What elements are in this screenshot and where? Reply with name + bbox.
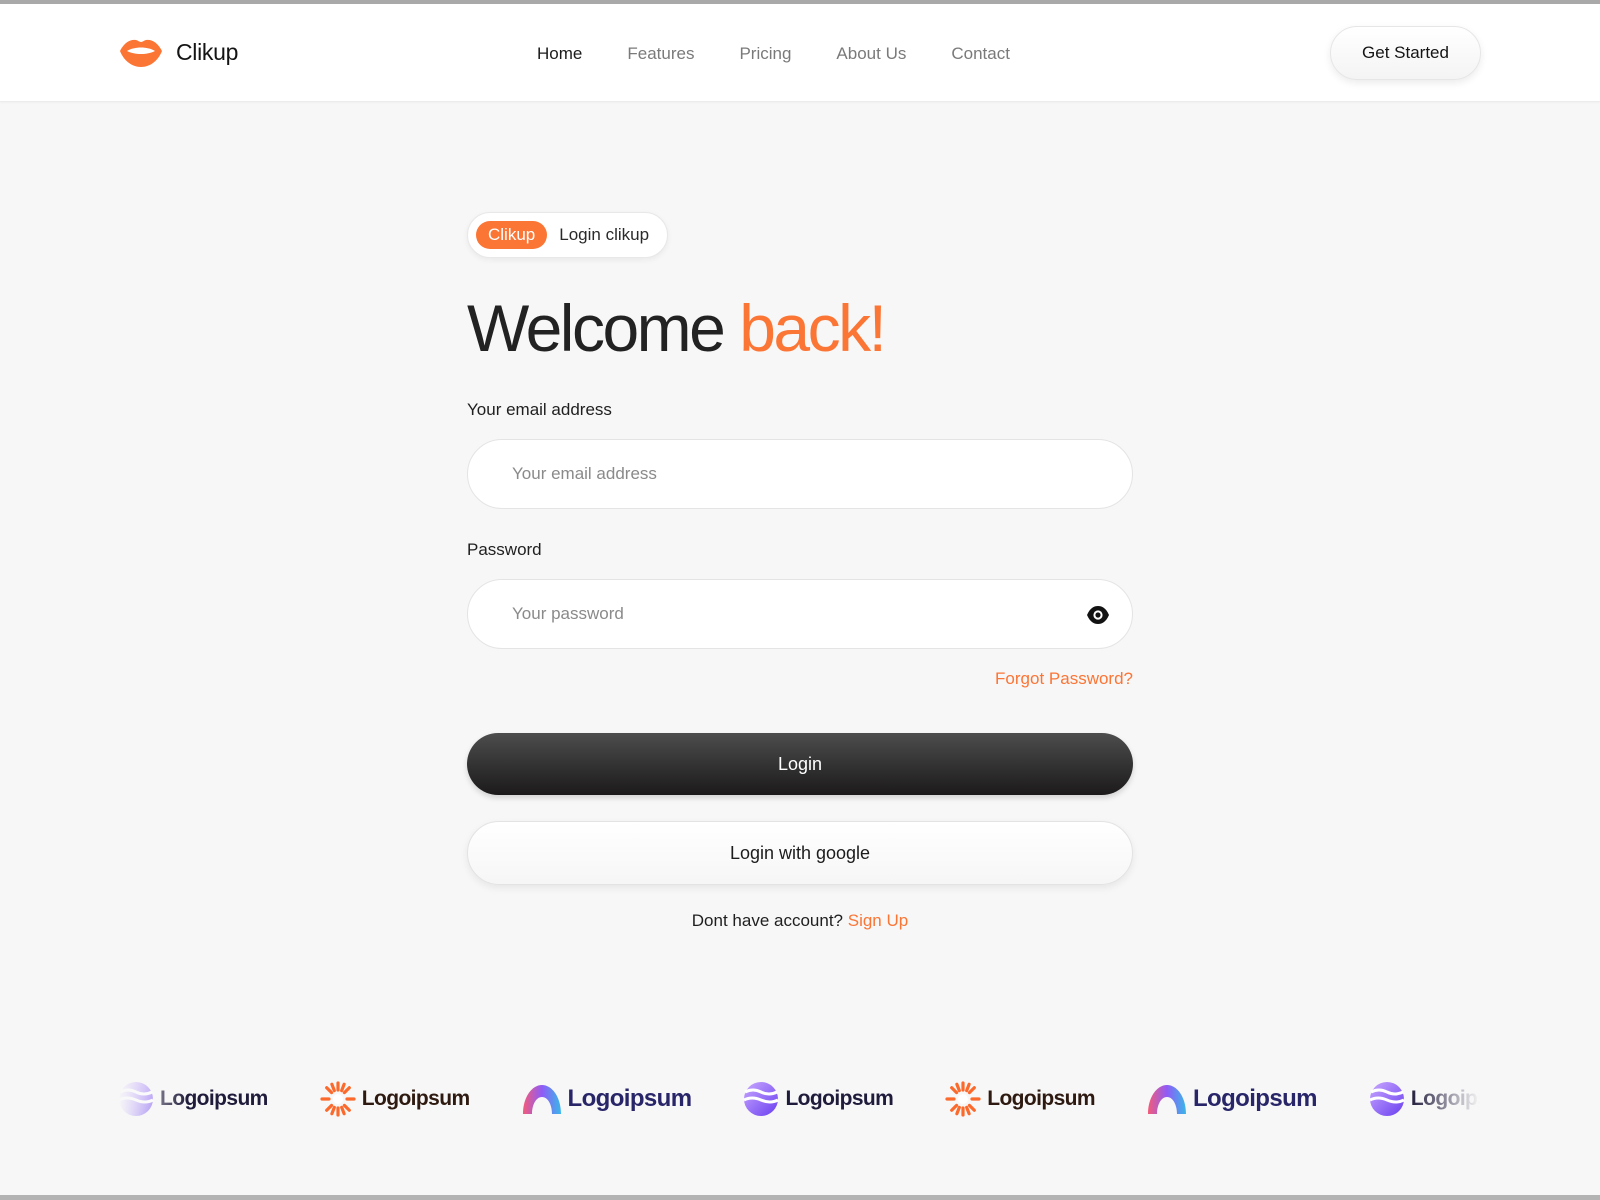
stripes-globe-icon [1369,1082,1405,1116]
email-field[interactable] [468,440,1132,508]
email-label: Your email address [467,400,612,419]
partner-logo-strip: Logoipsum Logoipsum Logoipsum Logoipsum … [118,1076,1480,1122]
partner-logo: Logoipsum [743,1081,894,1117]
partner-name: Logoipsum [1192,1085,1318,1112]
site-header: Clikup Home Features Pricing About Us Co… [0,4,1600,102]
password-label: Password [467,540,542,559]
stripes-globe-icon [743,1082,780,1116]
partner-logo: Logoipsum [945,1081,1096,1117]
brand-name: Clikup [176,38,239,65]
nav-item-home[interactable]: Home [537,44,582,64]
badge-text: Login clikup [559,225,650,244]
nav-item-about-us[interactable]: About Us [836,44,906,64]
partner-name: Logoipsum [160,1087,268,1110]
partner-name: Logoipsum [1410,1087,1480,1110]
lips-logo-icon [120,39,162,67]
nav-item-features[interactable]: Features [627,44,694,64]
partner-logo: Logoipsum [1147,1081,1318,1117]
partner-name: Logoipsum [567,1085,693,1112]
forgot-password-link[interactable]: Forgot Password? [995,669,1133,688]
forgot-row: Forgot Password? [467,669,1133,689]
page-title: Welcome back! [467,290,1133,366]
signup-prompt: Dont have account? [691,911,843,930]
nav-item-pricing[interactable]: Pricing [739,44,791,64]
sunburst-icon [945,1081,981,1117]
get-started-button[interactable]: Get Started [1330,26,1481,80]
window-bottom-border [0,1195,1600,1200]
login-badge: Clikup Login clikup [467,212,669,258]
login-with-google-button[interactable]: Login with google [467,821,1133,885]
eye-icon[interactable] [1086,604,1110,626]
partner-logo: Logoipsum [1369,1081,1480,1117]
rainbow-arch-icon [522,1085,561,1114]
title-main: Welcome [467,291,726,365]
signup-row: Dont have account? Sign Up [467,911,1133,931]
brand[interactable]: Clikup [118,34,238,70]
partner-name: Logoipsum [785,1087,894,1110]
sign-up-link[interactable]: Sign Up [848,911,908,930]
partner-logo: Logoipsum [522,1081,692,1117]
partner-name: Logoipsum [987,1087,1095,1110]
partner-logo: Logoipsum [320,1081,470,1117]
login-button[interactable]: Login [467,733,1133,795]
sunburst-icon [320,1081,356,1117]
rainbow-arch-icon [1147,1085,1186,1114]
partner-logo: Logoipsum [118,1081,268,1117]
login-form: Clikup Login clikup Welcome back! Your e… [467,212,1133,931]
password-field-wrapper [467,579,1133,649]
password-field[interactable] [468,580,1132,648]
email-field-wrapper [467,439,1133,509]
main-nav: Home Features Pricing About Us Contact [537,44,1010,64]
badge-tag: Clikup [476,221,548,249]
nav-item-contact[interactable]: Contact [951,44,1010,64]
title-accent: back! [739,291,887,365]
partner-name: Logoipsum [361,1087,470,1110]
stripes-globe-icon [118,1082,154,1116]
